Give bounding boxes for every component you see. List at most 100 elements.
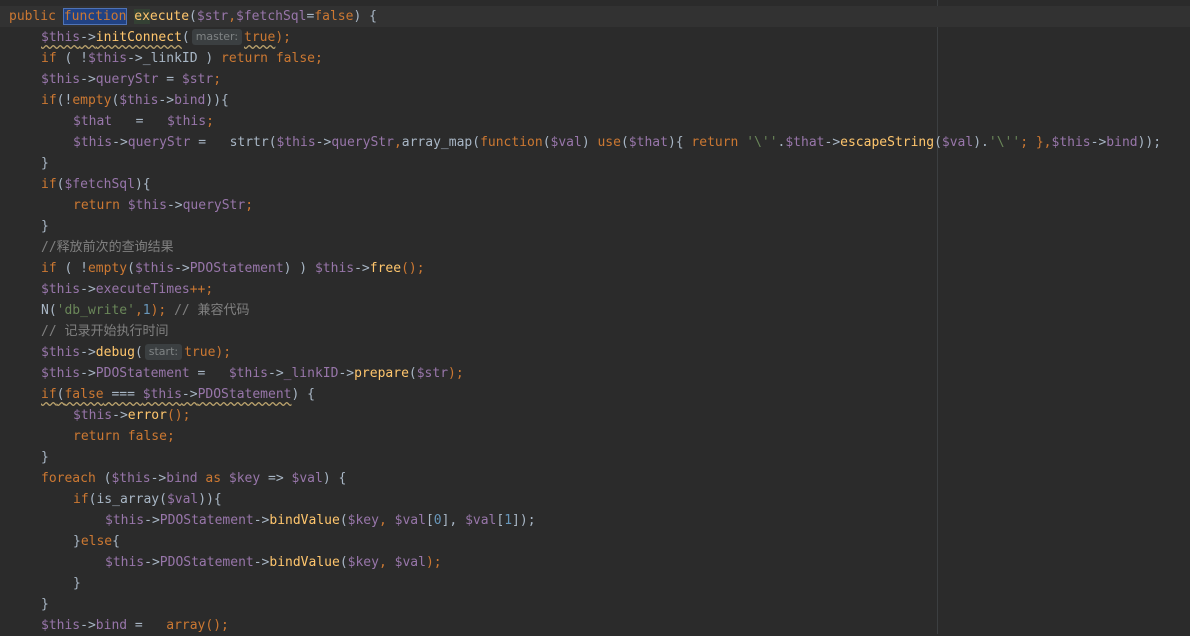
punct: [: [425, 513, 434, 528]
punct: =: [189, 366, 229, 381]
punct: )){: [198, 492, 222, 507]
punct: );: [150, 303, 175, 318]
code-line[interactable]: $this->bind = array();: [0, 615, 1190, 636]
comment: // 记录开始执行时间: [41, 324, 169, 339]
punct: ],: [441, 513, 466, 528]
punct: ->: [112, 135, 128, 150]
code-line[interactable]: //释放前次的查询结果: [0, 237, 1190, 258]
punct: ();: [166, 408, 191, 423]
code-line[interactable]: if(!empty($this->bind)){: [0, 90, 1190, 111]
punct: =: [127, 618, 167, 633]
punct: }: [73, 534, 81, 549]
string: 'db_write': [56, 303, 135, 318]
code-line[interactable]: }: [0, 447, 1190, 468]
keyword: return: [691, 135, 739, 150]
code-line[interactable]: $this->error();: [0, 405, 1190, 426]
keyword: public: [9, 9, 56, 24]
variable: $str: [181, 72, 214, 87]
parameter-hint: master:: [191, 28, 243, 45]
keyword: function: [480, 135, 543, 150]
punct: ; },: [1020, 135, 1052, 150]
punct: ->: [150, 471, 167, 486]
code-line[interactable]: N('db_write',1); // 兼容代码: [0, 300, 1190, 321]
code-line[interactable]: return $this->queryStr;: [0, 195, 1190, 216]
punct: ->: [80, 366, 96, 381]
code-line[interactable]: // 记录开始执行时间: [0, 321, 1190, 342]
code-line[interactable]: $this->debug(start: true);: [0, 342, 1190, 363]
code-line[interactable]: $this->queryStr = strtr($this->queryStr,…: [0, 132, 1190, 153]
param: $fetchSql: [236, 9, 307, 24]
punct: ->: [268, 366, 284, 381]
code-line[interactable]: }: [0, 594, 1190, 615]
property: bind: [95, 618, 128, 633]
function-call: array_map(: [401, 135, 481, 150]
code-line[interactable]: $that = $this;: [0, 111, 1190, 132]
code-line[interactable]: $this->PDOStatement->bindValue($key, $va…: [0, 552, 1190, 573]
keyword: if: [41, 387, 57, 402]
comment: // 兼容代码: [174, 303, 250, 318]
punct: ) {: [353, 9, 377, 24]
number: 1: [504, 513, 513, 528]
punct: ->: [144, 513, 160, 528]
method-call: bindValue: [269, 513, 340, 528]
punct: ->: [166, 198, 183, 213]
code-line[interactable]: }: [0, 573, 1190, 594]
variable: $this: [41, 30, 81, 45]
keyword: false: [314, 9, 354, 24]
punct: )){: [205, 93, 229, 108]
function-call: strtr(: [229, 135, 277, 150]
code-line[interactable]: if ( !empty($this->PDOStatement) ) $this…: [0, 258, 1190, 279]
code-line[interactable]: }: [0, 216, 1190, 237]
variable: $key: [347, 555, 379, 570]
param: $str: [196, 9, 229, 24]
punct: ){: [667, 135, 692, 150]
property: PDOStatement: [189, 261, 284, 276]
punct: );: [425, 555, 442, 570]
punct: ,: [393, 135, 402, 150]
variable: $val: [550, 135, 582, 150]
method-call: free: [369, 261, 402, 276]
punct: (: [189, 9, 197, 24]
code-line[interactable]: $this->executeTimes++;: [0, 279, 1190, 300]
code-line[interactable]: }: [0, 153, 1190, 174]
property: PDOStatement: [197, 387, 292, 402]
code-editor[interactable]: public function execute($str,$fetchSql=f…: [0, 0, 1190, 634]
code-line[interactable]: return false;: [0, 426, 1190, 447]
variable: $this: [119, 93, 159, 108]
code-line[interactable]: if(false === $this->PDOStatement) {: [0, 384, 1190, 405]
property: PDOStatement: [95, 366, 190, 381]
punct: {: [112, 534, 120, 549]
code-line[interactable]: $this->PDOStatement = $this->_linkID->pr…: [0, 363, 1190, 384]
punct: ,: [378, 555, 395, 570]
function-name: ecute: [149, 9, 190, 24]
property: queryStr: [182, 198, 246, 213]
code-line[interactable]: foreach ($this->bind as $key => $val) {: [0, 468, 1190, 489]
code-line[interactable]: public function execute($str,$fetchSql=f…: [0, 6, 1190, 27]
code-line[interactable]: if ( !$this->_linkID ) return false;: [0, 48, 1190, 69]
variable: $that: [628, 135, 668, 150]
keyword-highlighted: function: [62, 8, 128, 25]
punct: ]);: [512, 513, 536, 528]
punct: ) {: [322, 471, 347, 486]
punct: ();: [401, 261, 425, 276]
code-line[interactable]: $this->queryStr = $str;: [0, 69, 1190, 90]
punct: ->: [112, 408, 128, 423]
punct: ->: [824, 135, 841, 150]
punct: }: [73, 576, 81, 591]
keyword: if: [73, 492, 89, 507]
code-line[interactable]: if(is_array($val)){: [0, 489, 1190, 510]
code-line[interactable]: $this->PDOStatement->bindValue($key, $va…: [0, 510, 1190, 531]
code-line[interactable]: if($fetchSql){: [0, 174, 1190, 195]
keyword: true: [244, 30, 276, 45]
property: executeTimes: [95, 282, 190, 297]
keyword: if: [41, 177, 57, 192]
code-line[interactable]: }else{: [0, 531, 1190, 552]
punct: (: [159, 492, 167, 507]
punct: ( !: [56, 51, 88, 66]
punct: ;: [206, 114, 214, 129]
keyword: return: [221, 51, 269, 66]
punct: ;: [245, 198, 254, 213]
code-line[interactable]: $this->initConnect(master: true);: [0, 27, 1190, 48]
